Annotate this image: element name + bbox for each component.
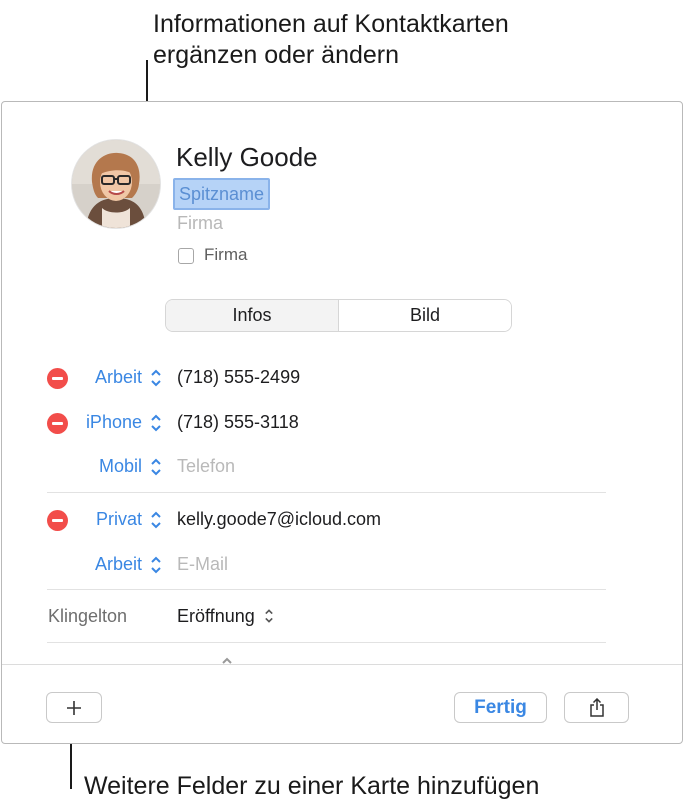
phone-value[interactable]: (718) 555-2499 — [177, 367, 300, 388]
email-row: Privat kelly.goode7@icloud.com — [2, 503, 684, 537]
company-field[interactable]: Firma — [177, 213, 223, 234]
tab-infos[interactable]: Infos — [166, 300, 339, 331]
callout-edit-info-line2: ergänzen oder ändern — [153, 41, 400, 69]
popup-chevron-icon[interactable] — [150, 413, 162, 433]
popup-chevron-icon[interactable] — [150, 510, 162, 530]
phone-row: iPhone (718) 555-3118 — [2, 406, 684, 440]
popup-chevron-icon[interactable] — [150, 368, 162, 388]
phone-value[interactable]: (718) 555-3118 — [177, 412, 299, 433]
tab-bild[interactable]: Bild — [339, 300, 511, 331]
nickname-field[interactable]: Spitzname — [173, 178, 271, 210]
ringtone-label: Klingelton — [48, 606, 128, 626]
contact-avatar[interactable] — [72, 140, 160, 228]
email-value[interactable]: kelly.goode7@icloud.com — [177, 509, 381, 530]
phone-row: Arbeit (718) 555-2499 — [2, 361, 684, 395]
popup-chevron-icon — [264, 609, 273, 623]
callout-add-fields: Weitere Felder zu einer Karte hinzufügen — [84, 772, 540, 800]
phone-label-popup[interactable]: iPhone — [86, 412, 142, 433]
add-field-button[interactable] — [46, 692, 102, 723]
share-icon — [589, 697, 604, 717]
contact-card: Kelly Goode Spitzname Firma Firma Infos … — [1, 101, 683, 744]
email-label-popup[interactable]: Privat — [96, 509, 142, 530]
divider — [47, 492, 606, 493]
avatar-photo — [72, 140, 160, 228]
contact-name[interactable]: Kelly Goode — [176, 142, 318, 173]
ringtone-row: Klingelton Eröffnung — [2, 600, 684, 634]
add-icon — [67, 700, 81, 715]
scroll-up-chevron-icon — [222, 657, 232, 664]
toolbar-divider — [2, 664, 682, 665]
remove-field-icon[interactable] — [47, 413, 68, 434]
company-checkbox[interactable] — [178, 248, 194, 264]
popup-chevron-icon[interactable] — [150, 457, 162, 477]
callout-edit-info-line1: Informationen auf Kontaktkarten — [153, 10, 509, 38]
phone-row-empty: Mobil Telefon — [2, 450, 684, 484]
ringtone-value: Eröffnung — [177, 606, 255, 626]
remove-field-icon[interactable] — [47, 368, 68, 389]
done-button[interactable]: Fertig — [454, 692, 547, 723]
phone-label-popup[interactable]: Mobil — [99, 456, 142, 477]
callout-edit-info: Informationen auf Kontaktkarten ergänzen… — [153, 9, 509, 71]
phone-input[interactable]: Telefon — [177, 456, 235, 477]
company-checkbox-label: Firma — [204, 245, 248, 264]
ringtone-popup[interactable]: Eröffnung — [177, 606, 274, 627]
phone-label-popup[interactable]: Arbeit — [95, 367, 142, 388]
remove-field-icon[interactable] — [47, 510, 68, 531]
infos-bild-segmented-control: Infos Bild — [165, 299, 512, 332]
email-input[interactable]: E-Mail — [177, 554, 228, 575]
divider — [47, 589, 606, 590]
divider — [47, 642, 606, 643]
popup-chevron-icon[interactable] — [150, 555, 162, 575]
share-button[interactable] — [564, 692, 629, 723]
email-label-popup[interactable]: Arbeit — [95, 554, 142, 575]
email-row-empty: Arbeit E-Mail — [2, 548, 684, 582]
